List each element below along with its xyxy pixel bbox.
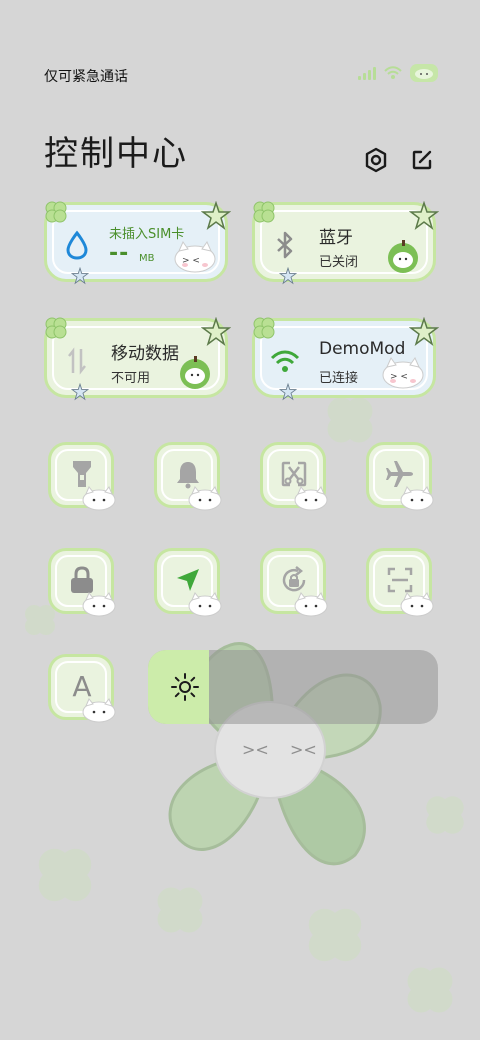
cat-sticker-icon <box>400 486 434 511</box>
star-icon <box>201 317 231 346</box>
cat-sticker-icon <box>400 592 434 617</box>
brightness-slider[interactable] <box>148 650 438 724</box>
font-size-toggle[interactable]: A <box>48 654 116 723</box>
clover-leaf-icon <box>253 201 275 223</box>
apple-cat-sticker-icon <box>388 240 418 273</box>
cat-sticker-icon <box>82 592 116 617</box>
wifi-icon <box>384 66 402 79</box>
sun-icon <box>171 673 199 701</box>
page-title: 控制中心 <box>44 134 188 174</box>
gear-icon <box>365 147 387 173</box>
clover-leaf-icon <box>45 317 67 339</box>
cat-sticker-icon <box>188 592 222 617</box>
cat-sticker-icon <box>82 486 116 511</box>
carrier-status: 仅可紧急通话 <box>44 69 128 85</box>
signal-icon <box>358 66 376 80</box>
flashlight-toggle[interactable] <box>48 442 116 511</box>
mobile-data-tile[interactable]: 移动数据 不可用 <box>44 317 231 401</box>
data-usage-unit: MB <box>139 253 155 264</box>
cat-sticker-icon <box>294 592 328 617</box>
clover-leaf-icon <box>45 201 67 223</box>
clover-decoration <box>157 887 203 933</box>
status-icons <box>358 64 438 82</box>
control-center-header: 控制中心 <box>44 126 188 175</box>
svg-text:><: >< <box>290 740 317 759</box>
data-usage-value: -- <box>109 241 130 266</box>
wifi-tile[interactable]: DemoMod 已连接 > < <box>252 317 439 401</box>
rotation-lock-toggle[interactable] <box>260 548 328 617</box>
airplane-toggle[interactable] <box>366 442 434 511</box>
bluetooth-tile[interactable]: 蓝牙 已关闭 <box>252 201 439 285</box>
star-icon <box>279 267 297 285</box>
status-bar: 仅可紧急通话 <box>0 0 480 100</box>
settings-button[interactable] <box>362 146 390 174</box>
lock-screen-toggle[interactable] <box>48 548 116 617</box>
water-drop-icon <box>61 229 93 261</box>
location-toggle[interactable] <box>154 548 222 617</box>
star-icon <box>409 201 439 230</box>
star-icon <box>71 267 89 285</box>
mobile-data-title: 移动数据 <box>111 344 179 364</box>
wifi-icon <box>269 345 301 377</box>
ringer-toggle[interactable] <box>154 442 222 511</box>
clover-decoration <box>426 796 464 834</box>
bluetooth-title: 蓝牙 <box>319 228 353 248</box>
bluetooth-icon <box>269 229 301 261</box>
clover-leaf-icon <box>253 317 275 339</box>
clover-decoration <box>407 967 453 1013</box>
cat-sticker-icon: > < <box>382 356 424 389</box>
wifi-status: 已连接 <box>319 371 359 386</box>
clover-decoration <box>327 397 373 443</box>
clover-decoration <box>38 848 92 902</box>
cat-sticker-icon: > < <box>174 240 216 273</box>
data-usage-tile[interactable]: 未插入SIM卡 -- MB > < <box>44 201 231 285</box>
star-icon <box>201 201 231 230</box>
cat-sticker-icon <box>188 486 222 511</box>
edit-icon <box>412 150 432 170</box>
bluetooth-status: 已关闭 <box>319 255 359 270</box>
scanner-toggle[interactable] <box>366 548 434 617</box>
star-icon <box>279 383 297 401</box>
apple-cat-sticker-icon <box>180 356 210 389</box>
star-icon <box>71 383 89 401</box>
data-arrows-icon <box>61 345 93 377</box>
svg-text:><: >< <box>242 740 269 759</box>
cat-sticker-icon <box>294 486 328 511</box>
clover-decoration <box>308 908 362 962</box>
screenshot-toggle[interactable] <box>260 442 328 511</box>
battery-icon <box>410 64 438 82</box>
cat-sticker-icon <box>82 698 116 723</box>
edit-button[interactable] <box>408 146 436 174</box>
mobile-data-status: 不可用 <box>111 371 151 386</box>
